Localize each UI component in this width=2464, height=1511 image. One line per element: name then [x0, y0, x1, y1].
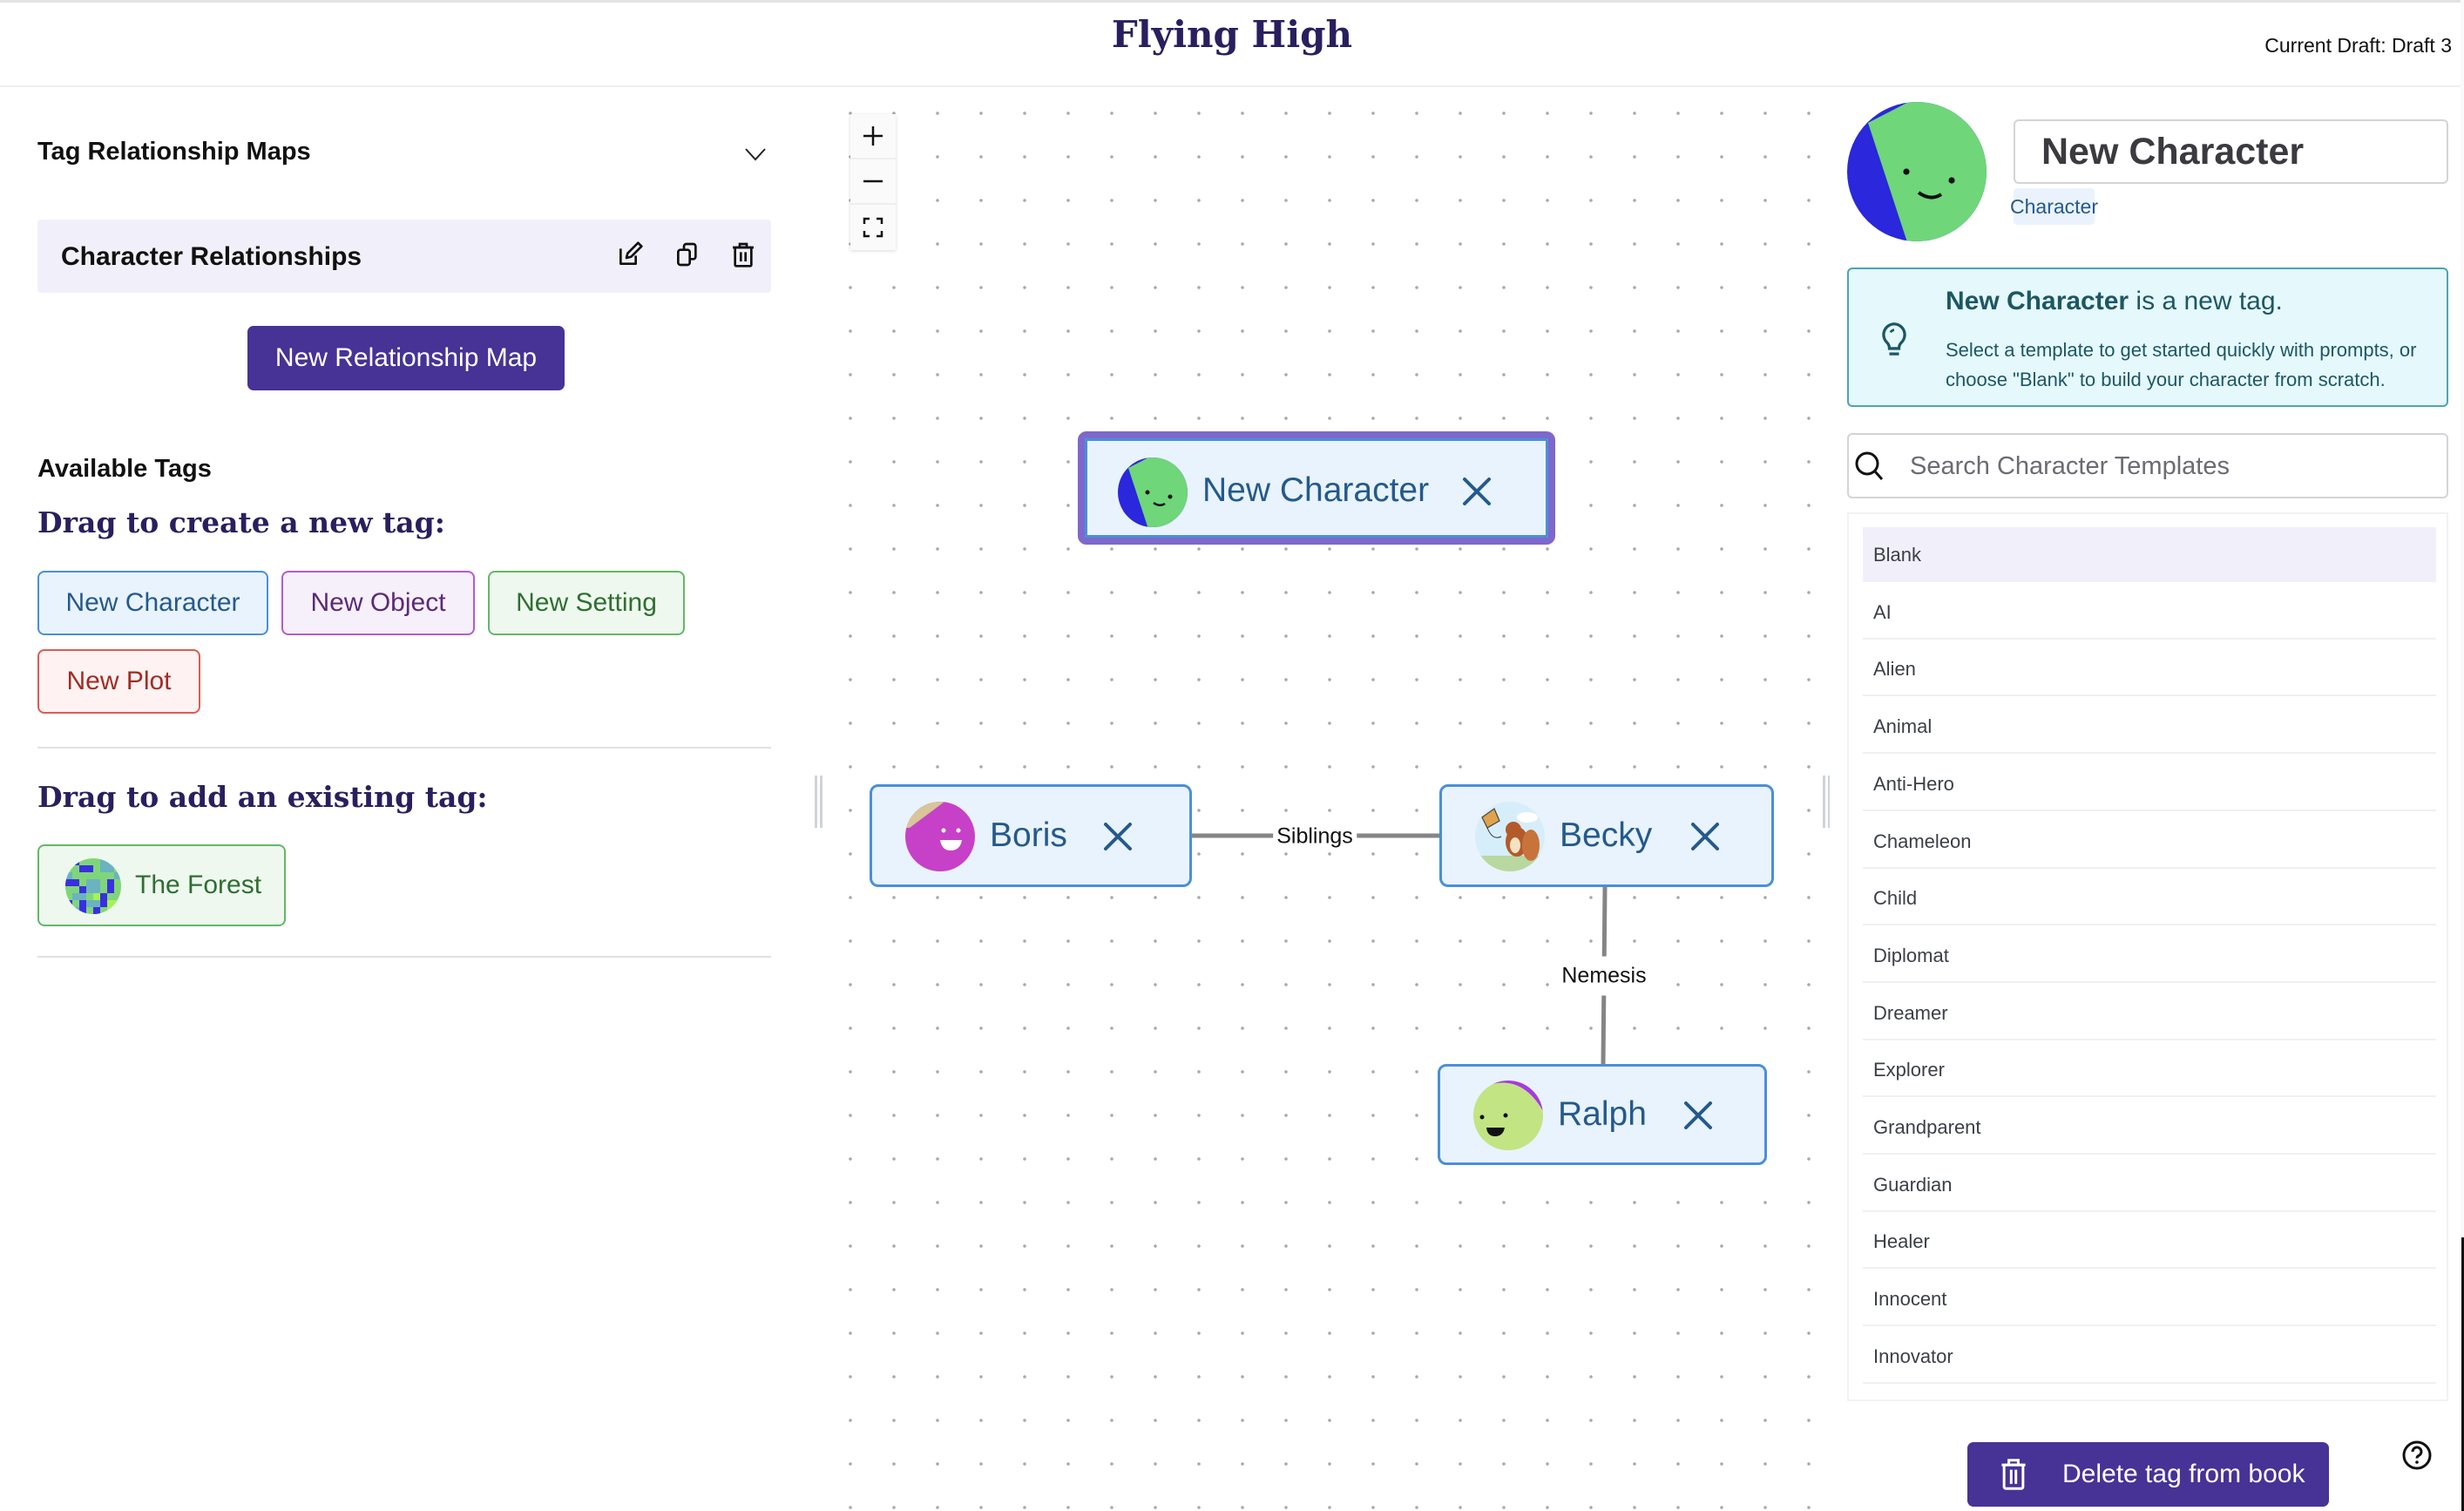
new-character-avatar	[1118, 457, 1188, 527]
template-item-blank[interactable]: Blank	[1863, 527, 2436, 582]
lightbulb-icon	[1882, 322, 1906, 356]
info-body: Select a template to get started quickly…	[1946, 339, 2417, 390]
zoom-out-icon	[863, 180, 883, 183]
node-new-character[interactable]: New Character	[1078, 431, 1555, 545]
template-search-input[interactable]	[1910, 444, 2433, 489]
create-tag-heading: Drag to create a new tag:	[37, 505, 445, 539]
ralph-avatar	[1473, 1081, 1543, 1150]
zoom-controls	[850, 114, 896, 250]
available-tags-heading: Available Tags	[37, 455, 212, 483]
node-becky[interactable]: Becky	[1439, 784, 1774, 887]
template-search[interactable]	[1847, 433, 2448, 498]
template-item-diplomat[interactable]: Diplomat	[1863, 928, 2436, 983]
edit-icon[interactable]	[613, 237, 647, 272]
the-forest-avatar	[65, 858, 121, 914]
template-item-innocent[interactable]: Innocent	[1863, 1271, 2436, 1327]
zoom-in-icon	[863, 126, 883, 146]
delete-tag-button[interactable]: Delete tag from book	[1967, 1442, 2329, 1507]
existing-tag-the-forest[interactable]: The Forest	[37, 844, 286, 926]
edge-label-nemesis[interactable]: Nemesis	[1558, 956, 1650, 996]
trash-icon	[2001, 1459, 2026, 1490]
node-label: Boris	[990, 816, 1067, 854]
section-divider	[37, 747, 771, 749]
node-boris[interactable]: Boris	[870, 784, 1192, 887]
tag-name-input[interactable]	[2014, 119, 2448, 184]
new-object-tag[interactable]: New Object	[281, 571, 475, 635]
new-character-tag[interactable]: New Character	[37, 571, 268, 635]
template-item-anti-hero[interactable]: Anti-Hero	[1863, 756, 2436, 811]
duplicate-icon[interactable]	[670, 237, 705, 272]
map-item-label: Character Relationships	[61, 242, 362, 271]
edge-label-siblings[interactable]: Siblings	[1273, 823, 1357, 850]
info-suffix: is a new tag.	[2129, 287, 2283, 315]
node-label: Becky	[1560, 816, 1653, 854]
search-icon	[1855, 451, 1884, 480]
template-item-animal[interactable]: Animal	[1863, 699, 2436, 755]
map-item-character-relationships[interactable]: Character Relationships	[37, 220, 771, 293]
becky-avatar	[1475, 802, 1545, 871]
remove-node-icon[interactable]	[1688, 819, 1723, 854]
template-item-innovator[interactable]: Innovator	[1863, 1329, 2436, 1384]
new-plot-tag[interactable]: New Plot	[37, 649, 200, 714]
zoom-in-button[interactable]	[850, 114, 896, 159]
left-panel-resize-handle[interactable]	[815, 776, 823, 828]
app-header: Flying High Current Draft: Draft 3	[0, 0, 2464, 87]
chevron-down-icon[interactable]	[742, 141, 768, 167]
template-item-guardian[interactable]: Guardian	[1863, 1157, 2436, 1212]
relationship-maps-heading: Tag Relationship Maps	[37, 138, 311, 166]
left-panel: Tag Relationship Maps Character Relation…	[0, 87, 802, 1511]
new-setting-tag[interactable]: New Setting	[488, 571, 685, 635]
remove-node-icon[interactable]	[1681, 1098, 1716, 1133]
node-ralph[interactable]: Ralph	[1438, 1064, 1767, 1165]
remove-node-icon[interactable]	[1100, 819, 1135, 854]
zoom-out-button[interactable]	[850, 159, 896, 205]
new-relationship-map-button[interactable]: New Relationship Map	[247, 326, 565, 390]
template-item-dreamer[interactable]: Dreamer	[1863, 986, 2436, 1040]
template-item-healer[interactable]: Healer	[1863, 1214, 2436, 1270]
the-forest-label: The Forest	[135, 871, 262, 899]
existing-tag-heading: Drag to add an existing tag:	[37, 780, 488, 814]
node-label: Ralph	[1558, 1095, 1647, 1133]
info-title: New Character is a new tag.	[1946, 287, 2283, 316]
fit-view-icon	[863, 217, 883, 238]
section-divider	[37, 956, 771, 958]
template-item-explorer[interactable]: Explorer	[1863, 1042, 2436, 1098]
current-draft-label[interactable]: Current Draft: Draft 3	[2264, 34, 2452, 58]
template-item-chameleon[interactable]: Chameleon	[1863, 814, 2436, 869]
boris-avatar	[905, 802, 975, 871]
fit-view-button[interactable]	[850, 205, 896, 250]
help-circle-icon[interactable]	[2401, 1440, 2433, 1471]
tag-type-badge: Character	[2010, 188, 2098, 225]
remove-node-icon[interactable]	[1459, 474, 1494, 509]
tag-avatar[interactable]	[1847, 102, 1987, 241]
template-item-alien[interactable]: Alien	[1863, 641, 2436, 697]
book-title: Flying High	[1111, 13, 1353, 56]
template-item-grandparent[interactable]: Grandparent	[1863, 1100, 2436, 1155]
delete-tag-label: Delete tag from book	[2062, 1460, 2305, 1488]
node-label: New Character	[1202, 471, 1430, 509]
template-item-ai[interactable]: AI	[1863, 585, 2436, 640]
template-item-child[interactable]: Child	[1863, 871, 2436, 926]
new-tag-info-box: New Character is a new tag. Select a tem…	[1847, 268, 2448, 407]
template-list[interactable]: Blank AI Alien Animal Anti-Hero Chameleon Chil…	[1847, 512, 2448, 1401]
info-tag-name: New Character	[1946, 287, 2129, 315]
trash-icon[interactable]	[726, 237, 761, 272]
